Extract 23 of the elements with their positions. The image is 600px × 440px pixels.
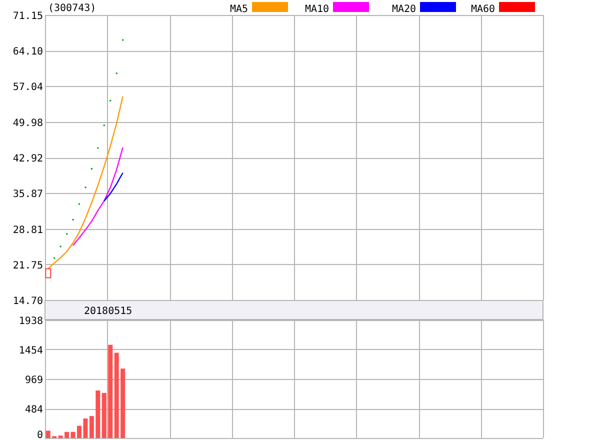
axis-label: 21.75: [12, 260, 43, 272]
axis-label: 49.98: [12, 118, 43, 129]
axis-label: 1938: [18, 316, 43, 327]
axis-label: 35.87: [12, 189, 43, 200]
volume-bar: [77, 426, 82, 438]
legend-label: MA10: [305, 4, 330, 15]
legend-label: MA5: [230, 4, 248, 15]
legend-label: MA20: [392, 4, 416, 15]
axis-label: 14.70: [12, 296, 43, 307]
axis-label: 1454: [18, 345, 43, 356]
axis-label: 57.04: [12, 82, 43, 94]
legend-label: MA60: [471, 4, 496, 15]
axis-label: 484: [24, 404, 43, 416]
axis-label: 71.15: [12, 11, 43, 22]
axis-label: 0: [36, 430, 43, 440]
axis-label: 28.81: [12, 224, 43, 236]
axis-label: 42.92: [12, 154, 43, 165]
volume-bar: [46, 430, 50, 438]
stock-code: (300743): [48, 3, 96, 14]
axis-label: 64.10: [12, 46, 43, 58]
axis-label: 969: [24, 375, 43, 386]
volume-bar: [120, 368, 126, 438]
date-label: 20180515: [84, 306, 132, 317]
